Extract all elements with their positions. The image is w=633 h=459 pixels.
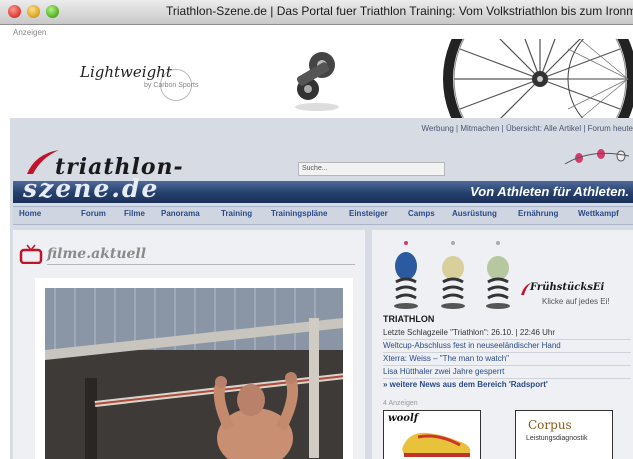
news-item[interactable]: Weltcup-Abschluss fest in neuseeländisch… — [383, 341, 561, 350]
minimize-window-button[interactable] — [27, 5, 40, 18]
woolf-ad-brand: woolf — [388, 413, 419, 424]
video-section: filme.aktuell — [13, 230, 365, 459]
ad-label: Anzeigen — [13, 28, 47, 37]
search-input[interactable]: Suche... — [298, 162, 445, 176]
news-divider — [383, 365, 631, 366]
shoe-image — [402, 432, 471, 457]
zoom-window-button[interactable] — [46, 5, 59, 18]
fruehstuecksei-subtitle: Klicke auf jedes Ei! — [542, 297, 610, 306]
corpus-ad-sub: Leistungsdiagnostik — [526, 435, 588, 442]
corpus-ad[interactable]: Corpus Leistungsdiagnostik — [515, 410, 613, 459]
site-header: triathlon- Suche... szene.de Von Athlete… — [13, 140, 633, 206]
fruehstuecksei-title[interactable]: FrühstücksEi — [530, 282, 604, 293]
nav-item-forum[interactable]: Forum — [81, 209, 106, 218]
site-page: Werbung | Mitmachen | Übersicht: Alle Ar… — [10, 118, 633, 459]
site-logo-line2[interactable]: szene.de — [23, 174, 159, 203]
egg-cups-graphic[interactable] — [392, 240, 522, 310]
derailleur-image — [295, 52, 339, 111]
wheel-image — [443, 39, 633, 125]
header-eggs-graphic — [564, 149, 630, 165]
news-divider — [383, 378, 631, 379]
corpus-ad-brand: Corpus — [528, 418, 572, 432]
nav-item-filme[interactable]: Filme — [124, 209, 145, 218]
nav-item-panorama[interactable]: Panorama — [161, 209, 200, 218]
more-news-link[interactable]: » weitere News aus dem Bereich 'Radsport… — [383, 380, 548, 389]
news-divider — [383, 339, 631, 340]
nav-item-camps[interactable]: Camps — [408, 209, 435, 218]
news-section-heading: TRIATHLON — [383, 314, 435, 324]
top-ad-banner[interactable]: Anzeigen Lightweight by Carbon Sports — [0, 25, 633, 125]
news-item[interactable]: Xterra: Weiss – "The man to watch" — [383, 354, 509, 363]
ads-count-label: 4 Anzeigen — [383, 400, 418, 407]
nav-item-home[interactable]: Home — [19, 209, 41, 218]
news-sidebar: FrühstücksEi Klicke auf jedes Ei! TRIATH… — [372, 230, 633, 459]
news-divider — [383, 352, 631, 353]
title-bar: Triathlon-Szene.de | Das Portal fuer Tri… — [0, 0, 633, 25]
section-divider — [47, 264, 355, 265]
window-title: Triathlon-Szene.de | Das Portal fuer Tri… — [166, 4, 633, 18]
close-window-button[interactable] — [8, 5, 21, 18]
nav-item-ausruestung[interactable]: Ausrüstung — [452, 209, 497, 218]
video-thumbnail[interactable] — [45, 288, 343, 459]
ad-brand: Lightweight — [80, 63, 172, 81]
tv-icon — [19, 244, 43, 264]
news-item[interactable]: Lisa Hütthaler zwei Jahre gesperrt — [383, 367, 504, 376]
nav-item-trainingsplaene[interactable]: Trainingspläne — [271, 209, 327, 218]
nav-item-training[interactable]: Training — [221, 209, 252, 218]
ad-brand-sub: by Carbon Sports — [144, 82, 199, 89]
nav-item-wettkampf[interactable]: Wettkampf — [578, 209, 619, 218]
site-slogan: Von Athleten für Athleten. — [470, 184, 629, 199]
top-links[interactable]: Werbung | Mitmachen | Übersicht: Alle Ar… — [421, 124, 633, 133]
woolf-ad[interactable]: woolf — [383, 410, 481, 459]
news-headline-info: Letzte Schlagzeile "Triathlon": 26.10. |… — [383, 328, 556, 337]
section-title: filme.aktuell — [47, 246, 147, 262]
nav-item-einsteiger[interactable]: Einsteiger — [349, 209, 388, 218]
nav-item-ernaehrung[interactable]: Ernährung — [518, 209, 558, 218]
main-navigation: Home Forum Filme Panorama Training Train… — [13, 206, 633, 225]
browser-window: Triathlon-Szene.de | Das Portal fuer Tri… — [0, 0, 633, 459]
